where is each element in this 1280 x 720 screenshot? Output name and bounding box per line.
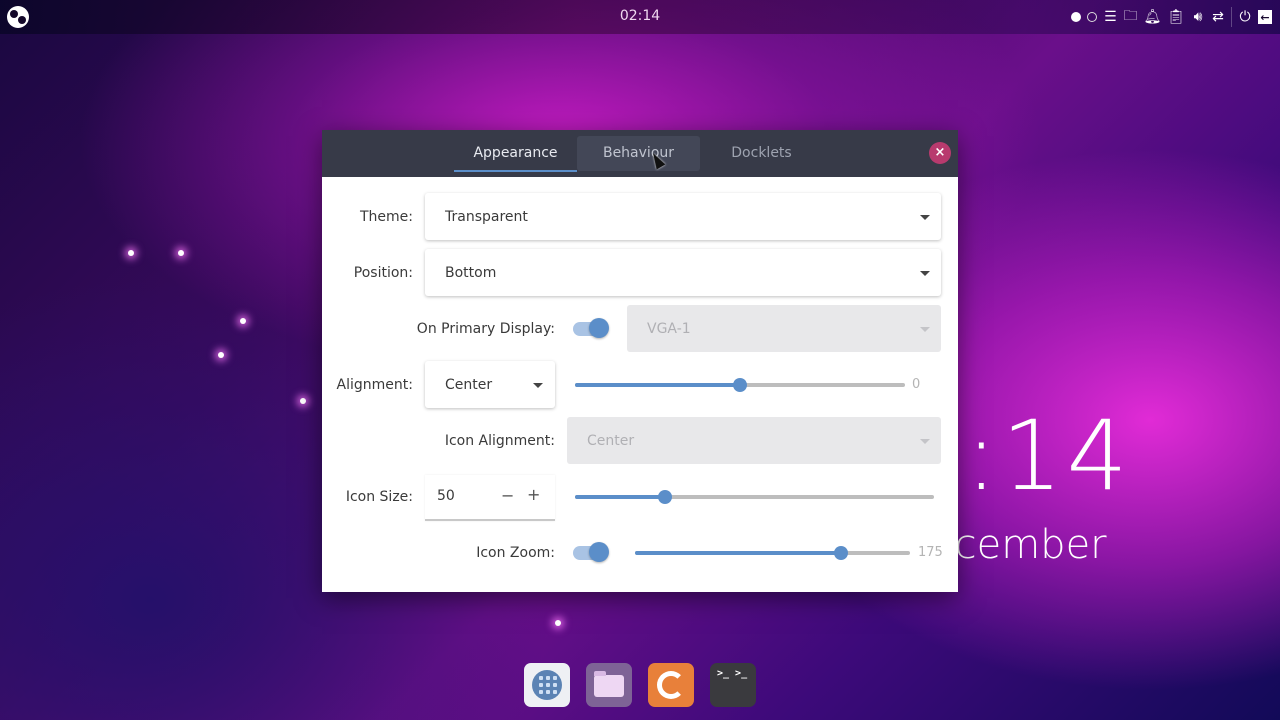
dialog-header: Appearance Behaviour Docklets × bbox=[322, 130, 958, 177]
wallpaper-sparkle bbox=[300, 398, 306, 404]
toggle-knob bbox=[589, 542, 609, 562]
icon-alignment-label: Icon Alignment: bbox=[444, 433, 555, 449]
wallpaper-sparkle bbox=[128, 250, 134, 256]
system-tray: ☰ 🗀 🔔︎ 📋︎ 🔊︎ ⇄ ⏻ ← bbox=[1071, 6, 1272, 28]
tab-docklets[interactable]: Docklets bbox=[700, 136, 823, 171]
dock-item-files[interactable] bbox=[586, 663, 632, 707]
folder-icon[interactable]: 🗀 bbox=[1123, 7, 1137, 27]
wallpaper-sparkle bbox=[240, 318, 246, 324]
icon-size-label: Icon Size: bbox=[345, 489, 413, 505]
theme-dropdown[interactable]: Transparent bbox=[425, 193, 941, 240]
icon-alignment-dropdown: Center bbox=[567, 417, 941, 464]
dock-item-app-grid[interactable] bbox=[524, 663, 570, 707]
wallpaper-sparkle bbox=[178, 250, 184, 256]
volume-icon[interactable]: 🔊︎ bbox=[1191, 7, 1205, 27]
chevron-down-icon bbox=[920, 326, 930, 332]
chevron-down-icon bbox=[920, 438, 930, 444]
chevron-down-icon bbox=[533, 382, 543, 388]
icon-size-value[interactable]: 50 bbox=[437, 488, 455, 504]
increment-button[interactable]: + bbox=[527, 485, 540, 504]
primary-display-toggle[interactable] bbox=[573, 318, 609, 338]
app-grid-icon bbox=[532, 670, 562, 700]
slider-fill bbox=[635, 551, 842, 555]
icon-alignment-value: Center bbox=[587, 432, 635, 449]
theme-value: Transparent bbox=[445, 208, 528, 225]
icon-size-spinbutton[interactable]: 50 − + bbox=[425, 475, 555, 521]
monitor-dropdown: VGA-1 bbox=[627, 305, 941, 352]
wallpaper-sparkle bbox=[555, 620, 561, 626]
position-value: Bottom bbox=[445, 264, 497, 281]
power-icon[interactable]: ⏻ bbox=[1238, 7, 1252, 27]
decrement-button[interactable]: − bbox=[501, 486, 514, 505]
toggle-knob bbox=[589, 318, 609, 338]
terminal-icon: >_ >_ bbox=[717, 668, 748, 679]
dock: >_ >_ bbox=[524, 663, 756, 707]
position-label: Position: bbox=[353, 265, 413, 281]
slider-handle[interactable] bbox=[733, 378, 747, 392]
primary-display-label: On Primary Display: bbox=[416, 321, 555, 337]
slider-fill bbox=[575, 495, 665, 499]
chevron-down-icon bbox=[920, 270, 930, 276]
tab-behaviour[interactable]: Behaviour bbox=[577, 136, 700, 171]
exit-icon[interactable]: ← bbox=[1258, 10, 1272, 24]
icon-size-slider[interactable] bbox=[575, 487, 934, 507]
offset-slider[interactable] bbox=[575, 375, 905, 395]
icon-zoom-label: Icon Zoom: bbox=[476, 545, 555, 561]
dock-preferences-dialog: Appearance Behaviour Docklets × Theme: T… bbox=[322, 130, 958, 592]
folder-icon bbox=[594, 671, 624, 697]
tab-bar: Appearance Behaviour Docklets bbox=[454, 136, 823, 172]
dock-item-firefox[interactable] bbox=[648, 663, 694, 707]
close-button[interactable]: × bbox=[929, 142, 951, 164]
workspace-active-icon[interactable] bbox=[1071, 12, 1082, 22]
slider-handle[interactable] bbox=[834, 546, 849, 560]
top-panel: 02:14 ☰ 🗀 🔔︎ 📋︎ 🔊︎ ⇄ ⏻ ← bbox=[0, 0, 1280, 34]
slider-fill bbox=[575, 383, 740, 387]
clipboard-icon[interactable]: 📋︎ bbox=[1167, 7, 1185, 27]
icon-zoom-slider[interactable] bbox=[635, 543, 910, 563]
menu-icon[interactable]: ☰ bbox=[1103, 7, 1117, 27]
wallpaper-sparkle bbox=[218, 352, 224, 358]
network-icon[interactable]: ⇄ bbox=[1211, 7, 1225, 27]
offset-value: 0 bbox=[912, 377, 921, 392]
position-dropdown[interactable]: Bottom bbox=[425, 249, 941, 296]
alignment-dropdown[interactable]: Center bbox=[425, 361, 555, 408]
tab-appearance[interactable]: Appearance bbox=[454, 136, 577, 172]
dock-item-terminal[interactable]: >_ >_ bbox=[710, 663, 756, 707]
tray-divider bbox=[1231, 7, 1232, 27]
alignment-label: Alignment: bbox=[336, 377, 413, 393]
chevron-down-icon bbox=[920, 214, 930, 220]
icon-zoom-toggle[interactable] bbox=[573, 542, 609, 562]
firefox-icon bbox=[657, 671, 685, 699]
panel-clock[interactable]: 02:14 bbox=[600, 8, 680, 24]
bell-icon[interactable]: 🔔︎ bbox=[1143, 7, 1161, 27]
icon-zoom-value: 175 bbox=[918, 545, 943, 560]
alignment-value: Center bbox=[445, 376, 493, 393]
workspace-inactive-icon[interactable] bbox=[1087, 12, 1098, 22]
app-menu-logo-icon[interactable] bbox=[7, 6, 29, 28]
theme-label: Theme: bbox=[359, 209, 413, 225]
monitor-value: VGA-1 bbox=[647, 320, 691, 337]
slider-handle[interactable] bbox=[657, 490, 672, 504]
